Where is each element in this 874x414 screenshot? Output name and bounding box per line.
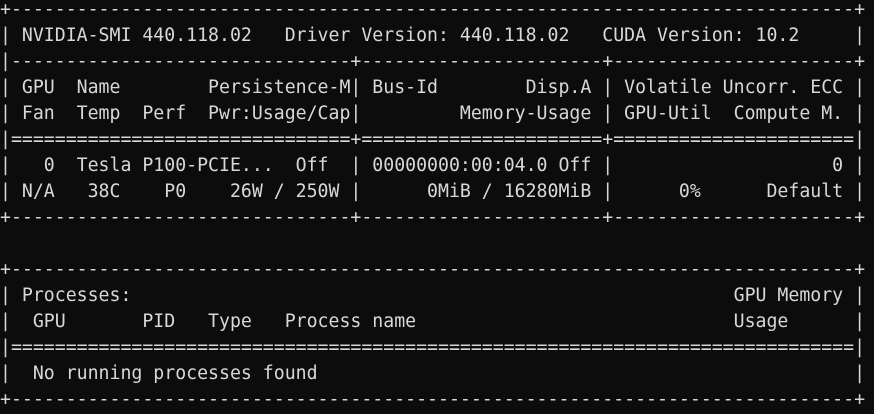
terminal-line-gpu-row-1: | 0 Tesla P100-PCIE... Off | 00000000:00…	[0, 155, 866, 176]
terminal-line-header-2: | Fan Temp Perf Pwr:Usage/Cap| Memory-Us…	[0, 103, 866, 124]
terminal-line-processes-header: | GPU PID Type Process name Usage |	[0, 311, 866, 332]
terminal-line-gpu-border-bottom: +-------------------------------+-------…	[0, 207, 866, 228]
terminal-line-no-processes: | No running processes found |	[0, 363, 866, 384]
terminal-window[interactable]: +---------------------------------------…	[0, 0, 874, 414]
terminal-line-border-top: +---------------------------------------…	[0, 0, 866, 20]
terminal-line-version-info: | NVIDIA-SMI 440.118.02 Driver Version: …	[0, 25, 866, 46]
terminal-line-processes-title: | Processes: GPU Memory |	[0, 285, 866, 306]
terminal-line-gpu-row-2: | N/A 38C P0 26W / 250W | 0MiB / 16280Mi…	[0, 181, 866, 202]
terminal-line-separator: |-------------------------------+-------…	[0, 51, 866, 72]
terminal-line-processes-border-bottom: +---------------------------------------…	[0, 389, 866, 410]
terminal-line-processes-border-top: +---------------------------------------…	[0, 259, 866, 280]
terminal-line-processes-divider: |=======================================…	[0, 337, 866, 358]
terminal-line-header-divider: |===============================+=======…	[0, 129, 866, 150]
terminal-line-header-1: | GPU Name Persistence-M| Bus-Id Disp.A …	[0, 77, 866, 98]
